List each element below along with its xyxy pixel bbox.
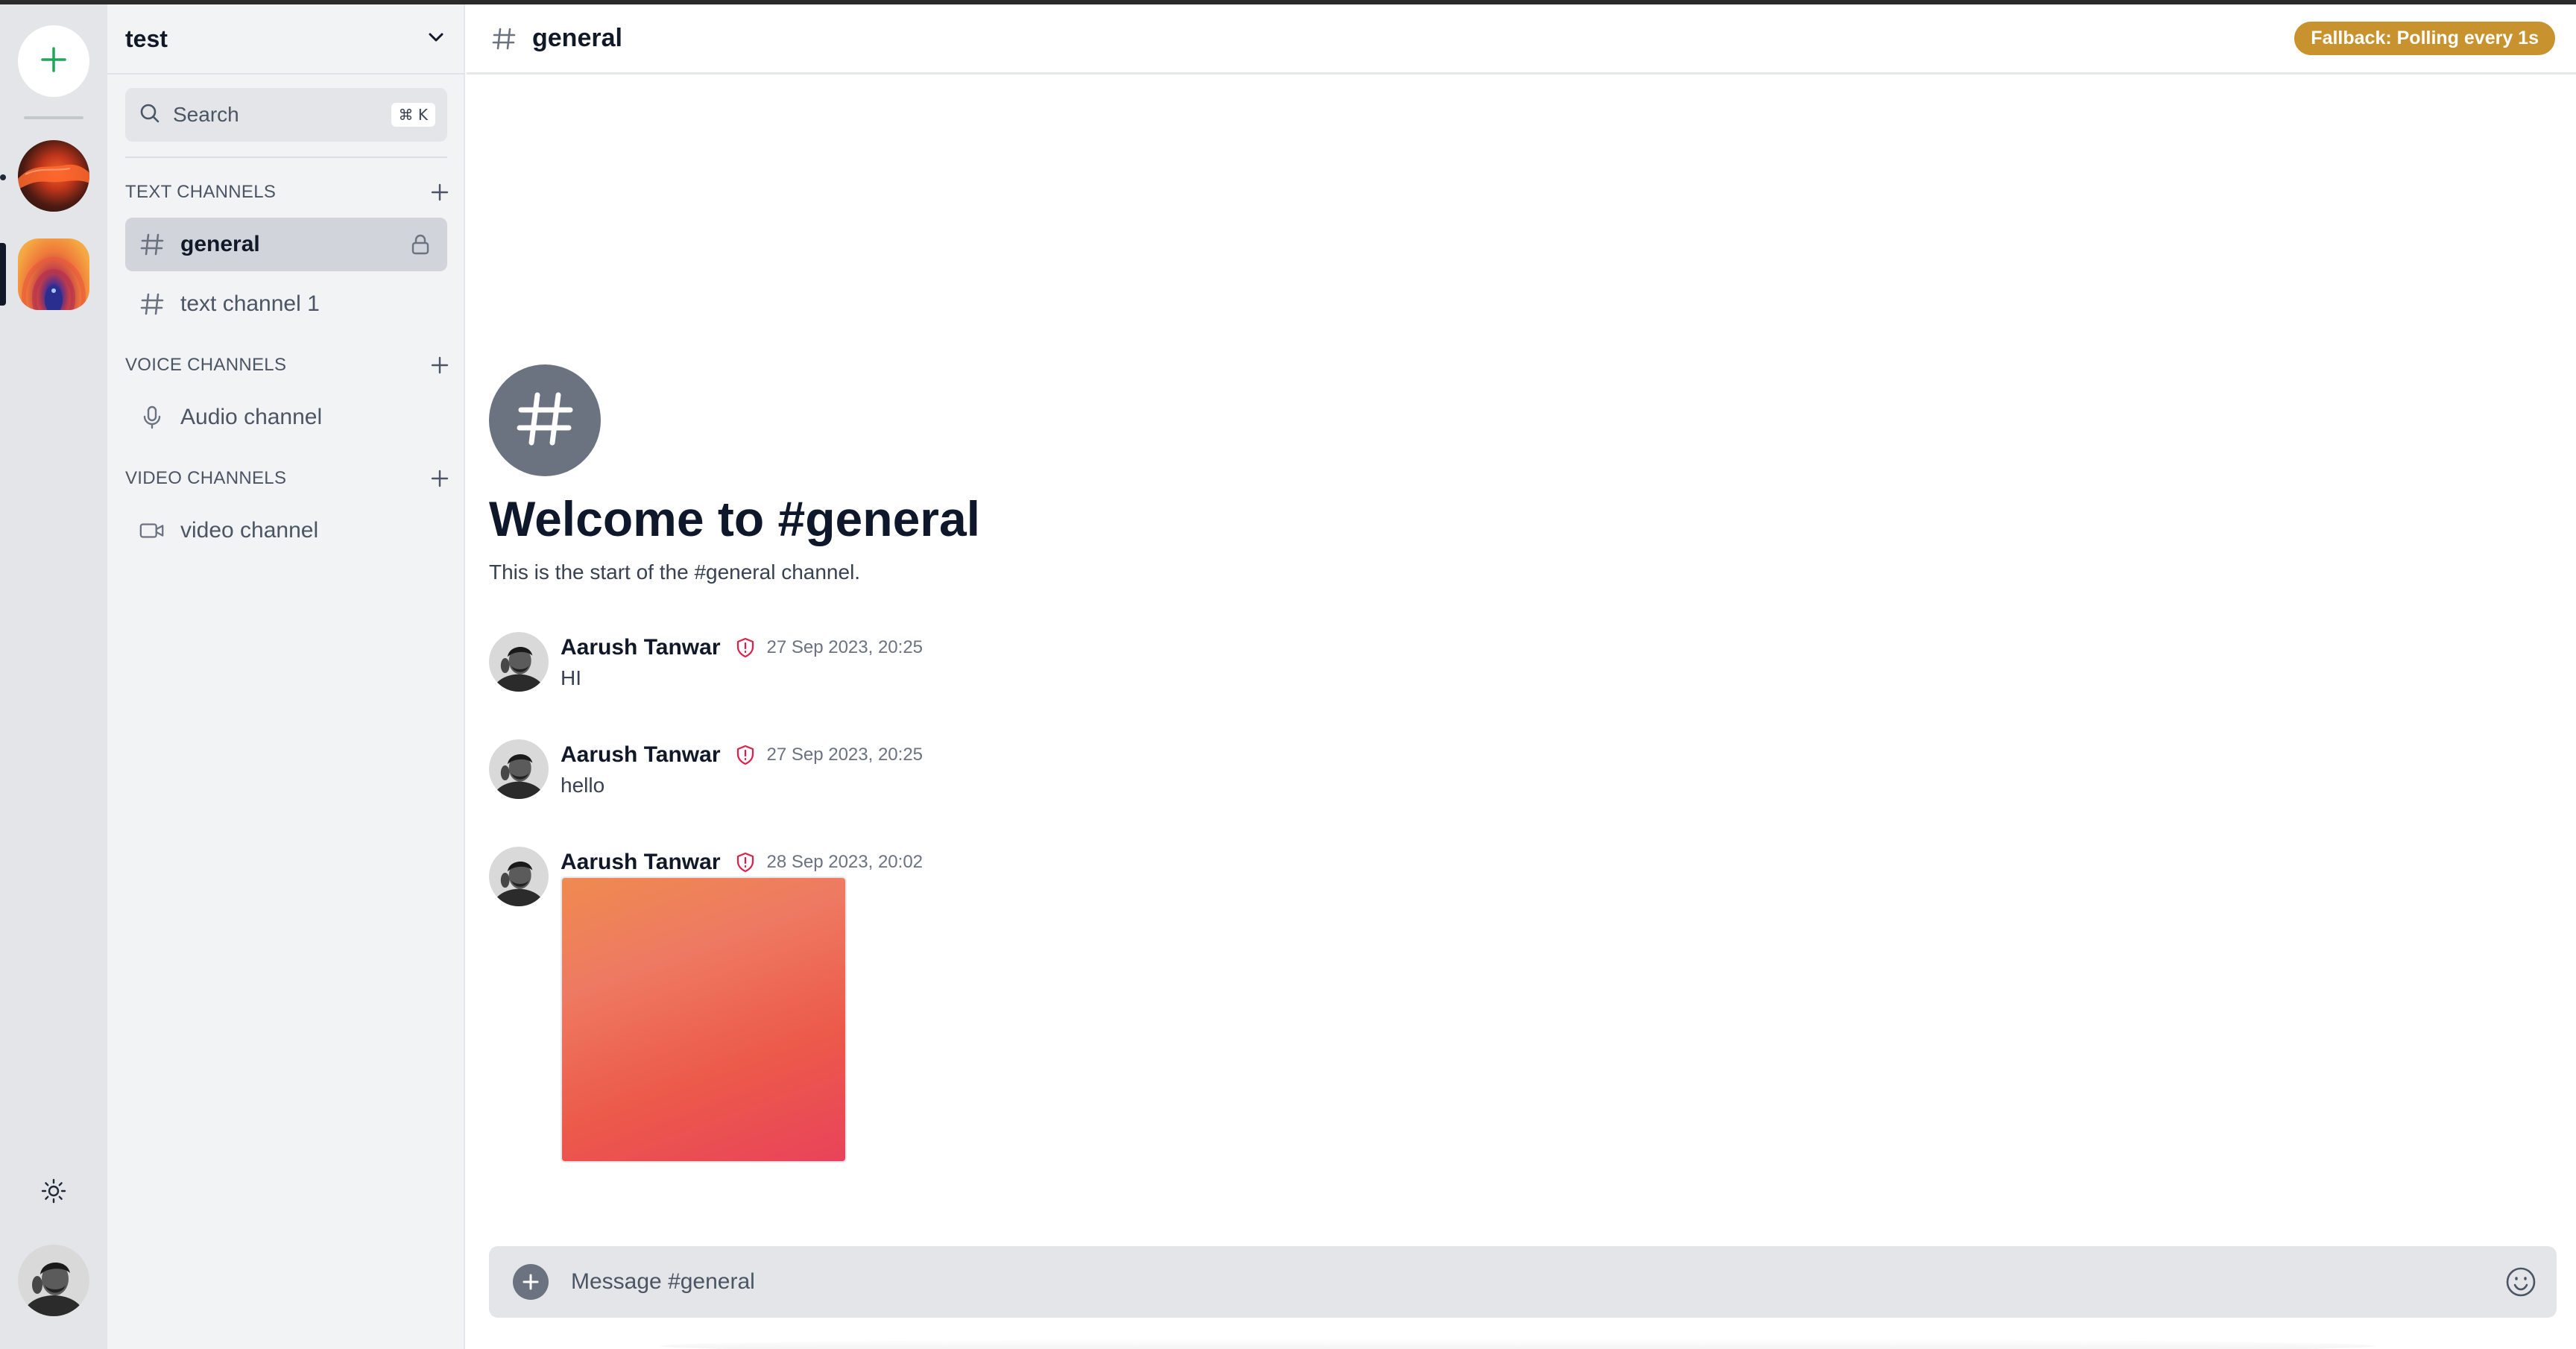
rail-divider [24,116,83,119]
add-voice-channel-button[interactable] [426,352,453,379]
add-text-channel-button[interactable] [426,179,453,206]
message-header: Aarush Tanwar 28 Sep 2023, 20:02 [561,850,923,875]
status-badge: Fallback: Polling every 1s [2294,22,2555,55]
user-avatar[interactable] [18,1245,89,1316]
add-attachment-button[interactable] [513,1264,549,1300]
message-text: hello [561,774,605,797]
channel-label: video channel [180,518,319,543]
plus-icon [39,45,69,78]
server-icon-test[interactable] [18,238,89,310]
shield-alert-icon [734,744,757,766]
channel-item-audio-channel[interactable]: Audio channel [125,391,447,444]
channel-title: general [532,24,622,52]
message-text: HI [561,666,581,689]
chat-area: general Fallback: Polling every 1s Welco… [467,4,2576,1349]
hash-icon [514,388,576,454]
section-title: VOICE CHANNELS [125,355,287,375]
section-voice-channels: VOICE CHANNELS [125,350,449,380]
sidebar-divider [125,157,447,158]
search-label: Search [173,103,239,126]
emoji-picker-button[interactable] [2503,1264,2539,1300]
message-avatar[interactable] [489,632,549,692]
microphone-icon [139,404,165,431]
section-title: VIDEO CHANNELS [125,468,287,488]
message-composer [489,1246,2557,1318]
add-video-channel-button[interactable] [426,465,453,492]
theme-toggle-button[interactable] [37,1176,70,1209]
shield-alert-icon [734,636,757,659]
server-header[interactable]: test [107,4,465,75]
search-shortcut: ⌘ K [391,103,435,127]
video-camera-icon [139,517,165,544]
channel-item-video-channel[interactable]: video channel [125,504,447,557]
hash-icon [139,291,165,317]
message-image-attachment[interactable] [561,876,847,1163]
message-header: Aarush Tanwar 27 Sep 2023, 20:25 [561,635,923,660]
search-icon [139,102,161,128]
search-button[interactable]: Search ⌘ K [125,88,447,142]
channel-label: text channel 1 [180,291,320,316]
message-input[interactable] [571,1269,2503,1295]
section-text-channels: TEXT CHANNELS [125,177,449,207]
server-icon-1[interactable] [18,140,89,212]
shield-alert-icon [734,851,757,873]
hash-icon [489,24,519,54]
channel-label: Audio channel [180,405,323,429]
section-video-channels: VIDEO CHANNELS [125,464,449,493]
server-unread-indicator [0,174,6,180]
message-author[interactable]: Aarush Tanwar [561,742,721,768]
message-avatar[interactable] [489,847,549,906]
add-server-button[interactable] [18,25,89,97]
server-name: test [125,25,168,52]
welcome-subtitle: This is the start of the #general channe… [489,560,861,584]
server-active-indicator [0,243,6,306]
channel-sidebar: test Search ⌘ K TEXT CHANNELS general te… [107,4,465,1349]
composer-shadow [660,1339,2375,1349]
channel-item-general[interactable]: general [125,218,447,271]
sun-icon [41,1178,66,1207]
channel-item-text-channel-1[interactable]: text channel 1 [125,277,447,331]
message-timestamp: 27 Sep 2023, 20:25 [766,745,924,765]
chevron-down-icon [425,26,447,52]
lock-icon [407,231,434,258]
welcome-title: Welcome to #general [489,491,981,546]
hash-icon [139,231,165,258]
message-author[interactable]: Aarush Tanwar [561,635,721,660]
message-header: Aarush Tanwar 27 Sep 2023, 20:25 [561,742,923,768]
channel-hash-avatar [489,364,601,476]
message-author[interactable]: Aarush Tanwar [561,850,721,875]
section-title: TEXT CHANNELS [125,182,277,202]
channel-header: general Fallback: Polling every 1s [467,4,2576,75]
channel-label: general [180,232,260,256]
message-timestamp: 28 Sep 2023, 20:02 [766,852,924,872]
message-avatar[interactable] [489,739,549,799]
message-timestamp: 27 Sep 2023, 20:25 [766,637,924,657]
